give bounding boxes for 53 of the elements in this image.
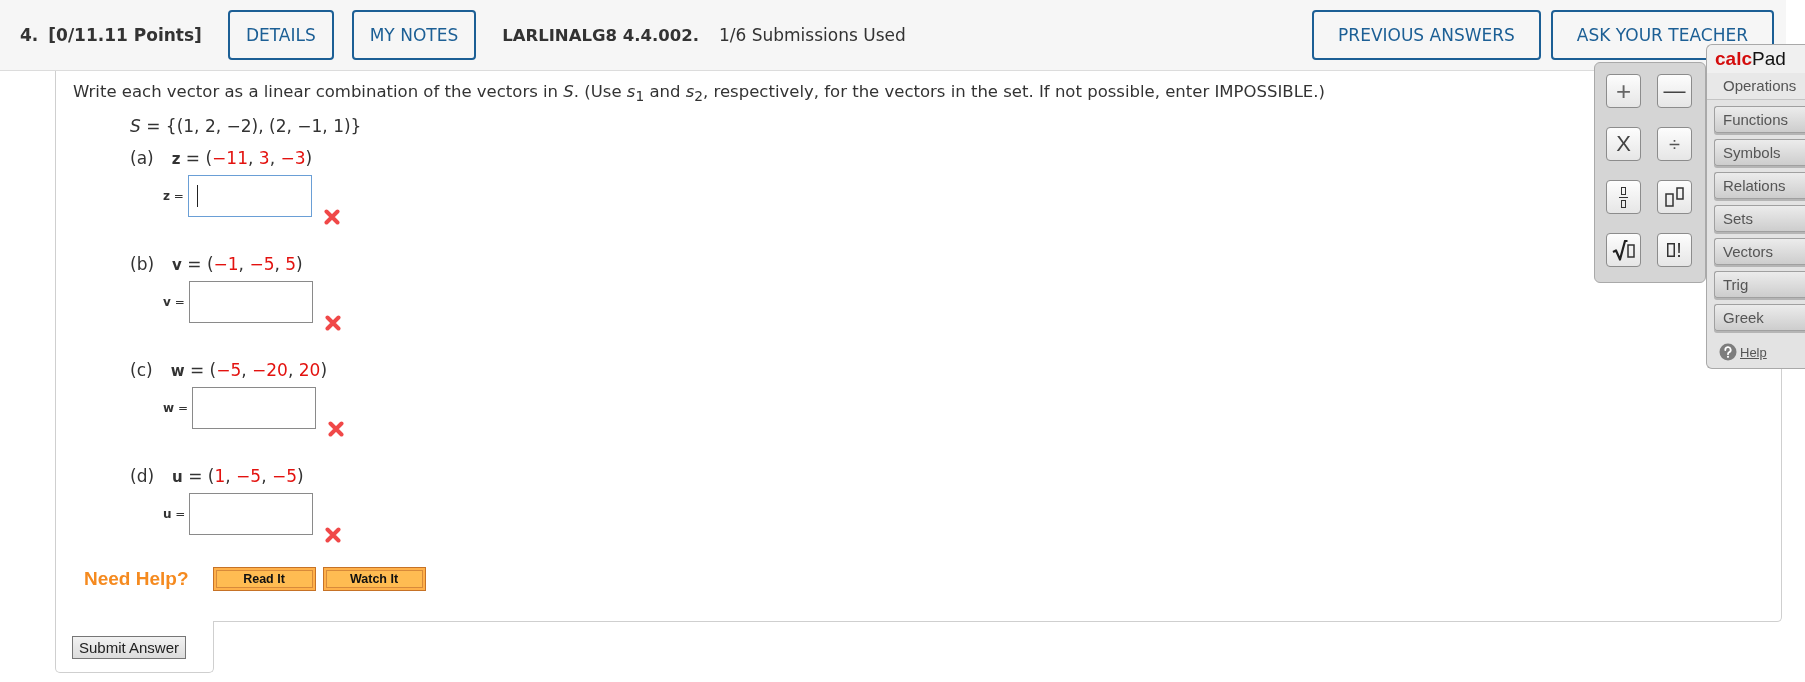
part-label: (a) <box>130 148 154 169</box>
need-help-label: Need Help? <box>84 568 189 591</box>
category-tab[interactable]: Trig <box>1714 271 1805 298</box>
category-tab[interactable]: Vectors <box>1714 238 1805 265</box>
instruction-text: Write each vector as a linear combination of the vectors in S. (Use s$_{1}$ and s$_{2}$, respectively, for the vectors in the set. If not possible, enter IMPOSSIBLE.) <box>73 81 1325 107</box>
part-label: (c) <box>130 360 153 381</box>
notes-button[interactable]: MY NOTES <box>351 10 477 60</box>
problem-code: LARLINALG8 4.4.002. <box>502 25 699 45</box>
power-icon <box>1664 187 1685 207</box>
answer-field[interactable] <box>187 175 312 218</box>
calcpad-title: calcPad <box>1706 44 1805 73</box>
part-label: (b) <box>130 254 155 275</box>
points-label: [0/11.11 Points] <box>48 25 202 45</box>
power-key[interactable] <box>1657 180 1692 214</box>
fraction-key[interactable] <box>1606 180 1641 214</box>
submissions-label: 1/6 Submissions Used <box>718 25 906 45</box>
sqrt-key[interactable] <box>1606 233 1641 267</box>
placeholder-box-icon <box>1667 243 1676 257</box>
question-number: 4. <box>20 25 39 45</box>
help-icon <box>1719 343 1737 361</box>
plus-key[interactable]: + <box>1606 74 1641 108</box>
help-link[interactable]: Help <box>1740 344 1767 360</box>
factorial-key[interactable]: ! <box>1657 233 1692 267</box>
answer-field[interactable] <box>188 281 313 324</box>
submit-button[interactable]: Submit Answer <box>72 636 187 659</box>
read-it-button[interactable]: Read It <box>212 567 316 592</box>
set-definition: S = {(1, 2, −2), (2, −1, 1)} <box>130 115 362 138</box>
given-vector: z = (−11, 3, −3) <box>171 148 313 169</box>
text-cursor-icon <box>196 185 199 208</box>
category-tab[interactable]: Operations <box>1707 73 1805 100</box>
part-label: (d) <box>130 466 155 487</box>
category-tab[interactable]: Relations <box>1714 172 1805 199</box>
minus-key[interactable]: — <box>1657 74 1692 108</box>
fraction-icon <box>1619 186 1628 208</box>
category-tab[interactable]: Symbols <box>1714 139 1805 166</box>
previous-answers-button[interactable]: PREVIOUS ANSWERS <box>1312 10 1541 60</box>
divide-key[interactable]: ÷ <box>1657 127 1692 161</box>
answer-field[interactable] <box>191 387 316 430</box>
given-vector: u = (1, −5, −5) <box>172 466 304 487</box>
answer-field[interactable] <box>189 493 314 536</box>
category-tab[interactable]: Greek <box>1714 304 1805 331</box>
given-vector: v = (−1, −5, 5) <box>172 254 303 275</box>
square-root-icon <box>1611 239 1636 261</box>
details-button[interactable]: DETAILS <box>227 10 334 60</box>
times-key[interactable]: X <box>1606 127 1641 161</box>
answer-label: z = <box>163 189 184 204</box>
watch-it-button[interactable]: Watch It <box>322 567 426 592</box>
category-tab[interactable]: Functions <box>1714 106 1805 133</box>
answer-label: w = <box>163 401 188 416</box>
given-vector: w = (−5, −20, 20) <box>170 360 328 381</box>
answer-label: u = <box>163 507 186 522</box>
category-tab[interactable]: Sets <box>1714 205 1805 232</box>
answer-label: v = <box>163 295 185 310</box>
